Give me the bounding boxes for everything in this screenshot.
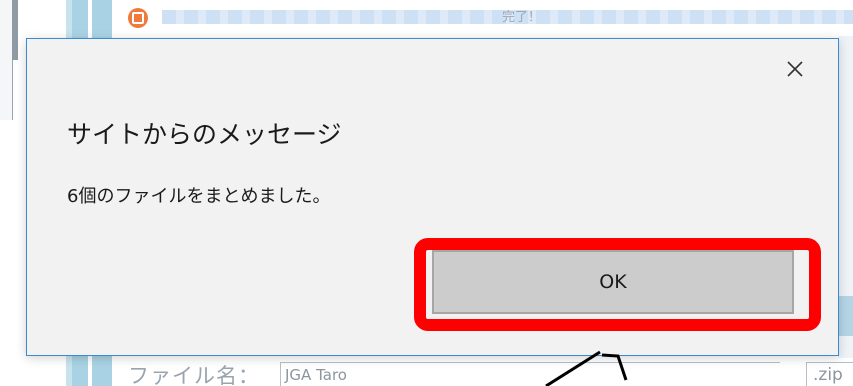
filename-extension: .zip [806,362,853,386]
dialog-message: 6個のファイルをまとめました。 [67,186,331,207]
background-scrollbar[interactable] [12,0,18,60]
screenshot-stage: 完了！ ファイル名： JGA Taro .zip サイトからのメッセージ 6個の… [0,0,853,386]
close-button[interactable] [779,53,811,85]
dialog-title: サイトからのメッセージ [67,120,342,149]
ok-button[interactable]: OK [432,250,794,314]
progress-status-text: 完了！ [502,10,542,25]
status-icon [128,8,148,28]
background-right-accent [838,296,853,336]
filename-input[interactable]: JGA Taro [280,362,780,386]
close-icon [787,61,803,77]
message-dialog: サイトからのメッセージ 6個のファイルをまとめました。 OK [26,38,839,356]
filename-label: ファイル名： [128,364,260,386]
